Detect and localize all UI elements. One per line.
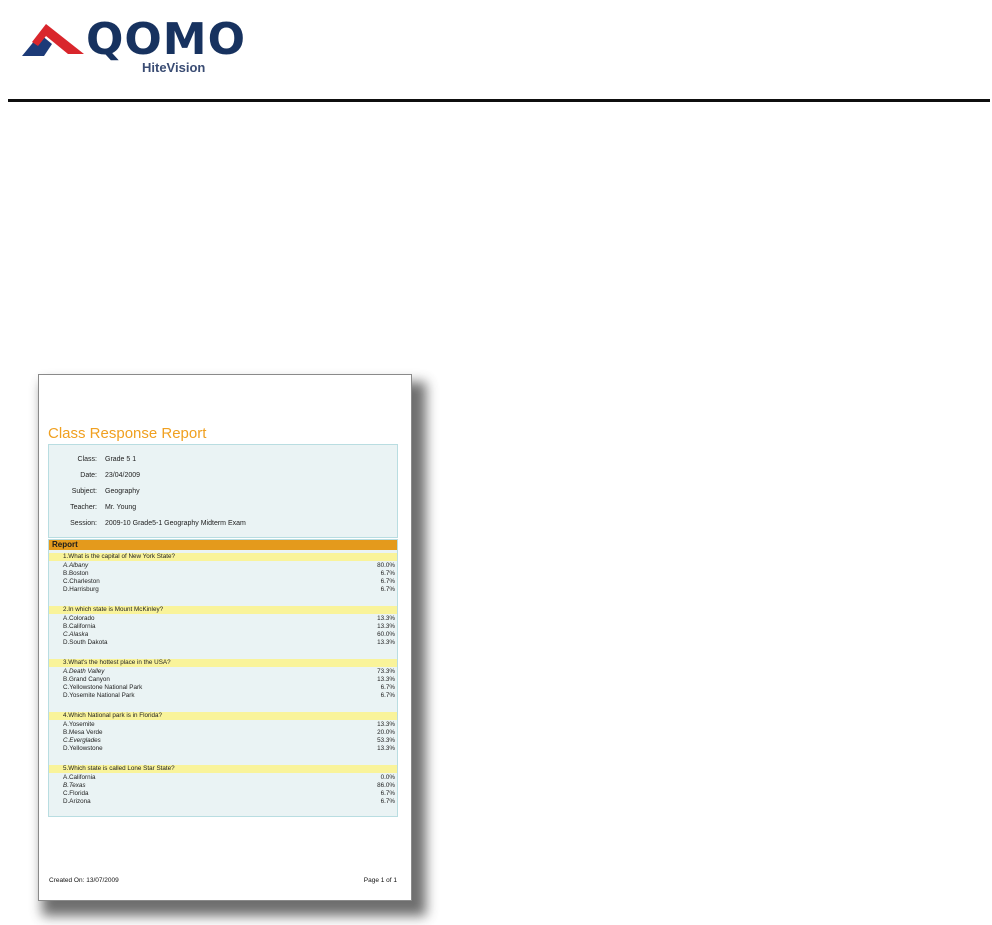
- report-page: Class Response Report Class: Grade 5 1 D…: [38, 374, 412, 901]
- report-section-header: Report: [49, 540, 397, 550]
- answer-percent: 6.7%: [380, 586, 395, 593]
- answer-row: D.South Dakota 13.3%: [63, 639, 395, 647]
- answer-percent: 13.3%: [377, 721, 395, 728]
- answer-percent: 6.7%: [380, 798, 395, 805]
- answer-label: C.Yellowstone National Park: [63, 684, 143, 691]
- page-number-text: Page 1 of 1: [363, 877, 397, 884]
- question-4: 4.Which National park is in Florida?: [49, 712, 397, 720]
- answer-label: C.Charleston: [63, 578, 100, 585]
- answer-row: B.Texas 86.0%: [63, 782, 395, 790]
- answer-row: A.Yosemite 13.3%: [63, 721, 395, 729]
- info-label: Session:: [70, 520, 97, 527]
- answer-row: D.Yellowstone 13.3%: [63, 745, 395, 753]
- answer-row: C.Everglades 53.3%: [63, 737, 395, 745]
- logo-subtitle: HiteVision: [142, 60, 206, 75]
- header-divider: [8, 99, 990, 102]
- answer-percent: 13.3%: [377, 623, 395, 630]
- answer-row: A.Colorado 13.3%: [63, 615, 395, 623]
- answer-row: B.Grand Canyon 13.3%: [63, 676, 395, 684]
- answer-label: A.Yosemite: [63, 721, 95, 728]
- answer-row: D.Harrisburg 6.7%: [63, 586, 395, 594]
- answer-percent: 73.3%: [377, 668, 395, 675]
- report-results-panel: Report 1.What is the capital of New York…: [48, 539, 398, 817]
- info-value: Mr. Young: [105, 504, 137, 511]
- info-label: Date:: [80, 472, 97, 479]
- logo-wordmark: QOMO: [86, 14, 246, 65]
- answer-label: D.Harrisburg: [63, 586, 99, 593]
- question-1: 1.What is the capital of New York State?: [49, 553, 397, 561]
- answer-label: D.Arizona: [63, 798, 91, 805]
- answer-percent: 0.0%: [380, 774, 395, 781]
- answer-label: B.Boston: [63, 570, 89, 577]
- answer-percent: 13.3%: [377, 676, 395, 683]
- answer-row: B.Mesa Verde 20.0%: [63, 729, 395, 737]
- logo-mark-icon: [22, 24, 84, 56]
- answer-row: C.Alaska 60.0%: [63, 631, 395, 639]
- answer-percent: 6.7%: [380, 578, 395, 585]
- info-value: 2009-10 Grade5-1 Geography Midterm Exam: [105, 520, 246, 527]
- answer-label: D.South Dakota: [63, 639, 108, 646]
- info-value: 23/04/2009: [105, 472, 141, 479]
- info-label: Subject:: [71, 488, 97, 495]
- created-on-text: Created On: 13/07/2009: [49, 877, 119, 884]
- answer-row: B.Boston 6.7%: [63, 570, 395, 578]
- answer-percent: 6.7%: [380, 692, 395, 699]
- answer-row: A.Albany 80.0%: [63, 562, 395, 570]
- answer-percent: 13.3%: [377, 615, 395, 622]
- answer-percent: 20.0%: [377, 729, 395, 736]
- answer-row: C.Charleston 6.7%: [63, 578, 395, 586]
- answer-percent: 53.3%: [377, 737, 395, 744]
- answer-row: C.Florida 6.7%: [63, 790, 395, 798]
- answer-row: A.Death Valley 73.3%: [63, 668, 395, 676]
- question-3: 3.What's the hottest place in the USA?: [49, 659, 397, 667]
- answer-label: B.Texas: [63, 782, 86, 789]
- answer-row: D.Arizona 6.7%: [63, 798, 395, 806]
- info-value: Geography: [105, 488, 140, 495]
- answer-label: B.California: [63, 623, 96, 630]
- info-label: Class:: [77, 456, 97, 463]
- answer-label: D.Yellowstone: [63, 745, 103, 752]
- answer-percent: 6.7%: [380, 790, 395, 797]
- answer-percent: 13.3%: [377, 639, 395, 646]
- answer-percent: 86.0%: [377, 782, 395, 789]
- report-info-panel: Class: Grade 5 1 Date: 23/04/2009 Subjec…: [48, 444, 398, 538]
- answer-label: A.Death Valley: [63, 668, 105, 675]
- answer-label: C.Florida: [63, 790, 89, 797]
- info-value: Grade 5 1: [105, 456, 137, 463]
- answer-label: B.Mesa Verde: [63, 729, 103, 736]
- answer-row: B.California 13.3%: [63, 623, 395, 631]
- answer-percent: 13.3%: [377, 745, 395, 752]
- answer-percent: 6.7%: [380, 684, 395, 691]
- answer-label: A.Albany: [63, 562, 89, 569]
- answer-label: A.California: [63, 774, 96, 781]
- answer-label: C.Everglades: [63, 737, 101, 744]
- answer-percent: 6.7%: [380, 570, 395, 577]
- question-5: 5.Which state is called Lone Star State?: [49, 765, 397, 773]
- brand-logo: QOMO HiteVision: [22, 14, 252, 74]
- info-label: Teacher:: [70, 504, 97, 511]
- answer-label: A.Colorado: [63, 615, 95, 622]
- answer-label: C.Alaska: [63, 631, 89, 638]
- answer-row: A.California 0.0%: [63, 774, 395, 782]
- answer-label: B.Grand Canyon: [63, 676, 110, 683]
- answer-percent: 60.0%: [377, 631, 395, 638]
- question-2: 2.In which state is Mount McKinley?: [49, 606, 397, 614]
- report-title: Class Response Report: [48, 425, 207, 442]
- answer-label: D.Yosemite National Park: [63, 692, 135, 699]
- answer-row: D.Yosemite National Park 6.7%: [63, 692, 395, 700]
- answer-row: C.Yellowstone National Park 6.7%: [63, 684, 395, 692]
- answer-percent: 80.0%: [377, 562, 395, 569]
